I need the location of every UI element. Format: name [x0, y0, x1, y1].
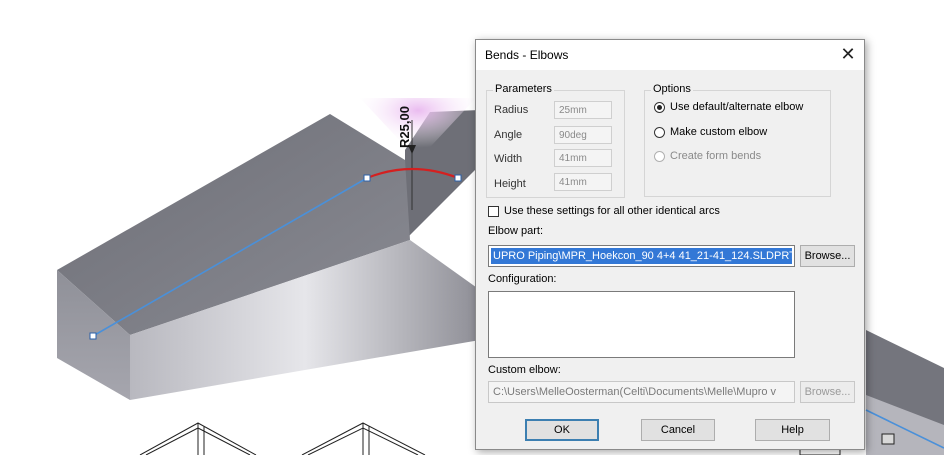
arc-end-point[interactable] [454, 174, 462, 182]
elbow-part-browse-button[interactable]: Browse... [800, 245, 855, 267]
width-field[interactable]: 41mm [554, 149, 612, 167]
default-elbow-radio[interactable] [654, 102, 665, 113]
custom-elbow-label-field: Custom elbow: [488, 364, 561, 376]
custom-elbow-field[interactable]: C:\Users\MelleOosterman(Celti\Documents\… [488, 381, 795, 403]
angle-field[interactable]: 90deg [554, 126, 612, 144]
help-button[interactable]: Help [755, 419, 830, 441]
width-label: Width [494, 153, 523, 165]
use-settings-label[interactable]: Use these settings for all other identic… [504, 205, 720, 217]
dialog-titlebar[interactable]: Bends - Elbows ✕ [476, 40, 864, 70]
angle-label: Angle [494, 129, 523, 141]
options-group-label: Options [651, 83, 693, 95]
height-label: Height [494, 178, 526, 190]
height-field[interactable]: 41mm [554, 173, 612, 191]
use-settings-checkbox[interactable] [488, 206, 499, 217]
custom-elbow-browse-button[interactable]: Browse... [800, 381, 855, 403]
default-elbow-label[interactable]: Use default/alternate elbow [670, 101, 803, 113]
truss-structure [139, 422, 426, 455]
elbow-part-value: UPRO Piping\MPR_Hoekcon_90 4+4 41_21-41_… [491, 248, 792, 264]
ok-button[interactable]: OK [525, 419, 599, 441]
sketch-point[interactable] [89, 332, 97, 340]
elbow-part-field[interactable]: UPRO Piping\MPR_Hoekcon_90 4+4 41_21-41_… [488, 245, 795, 267]
configuration-list[interactable] [488, 291, 795, 358]
radius-label: Radius [494, 104, 529, 116]
cancel-button[interactable]: Cancel [641, 419, 715, 441]
custom-elbow-label[interactable]: Make custom elbow [670, 126, 767, 138]
custom-elbow-radio[interactable] [654, 127, 665, 138]
bends-elbows-dialog: Bends - Elbows ✕ Parameters Radius 25mm … [475, 39, 865, 450]
custom-elbow-value: C:\Users\MelleOosterman(Celti\Documents\… [493, 386, 777, 398]
close-icon[interactable]: ✕ [838, 45, 858, 65]
form-bends-label[interactable]: Create form bends [670, 150, 761, 162]
configuration-label: Configuration: [488, 273, 557, 285]
arc-start-point[interactable] [363, 174, 371, 182]
form-bends-radio[interactable] [654, 151, 665, 162]
radius-dimension-label[interactable]: R25,00 [397, 106, 412, 148]
radius-field[interactable]: 25mm [554, 101, 612, 119]
dialog-title: Bends - Elbows [485, 48, 569, 62]
parameters-group-label: Parameters [493, 83, 554, 95]
elbow-part-label: Elbow part: [488, 225, 544, 237]
